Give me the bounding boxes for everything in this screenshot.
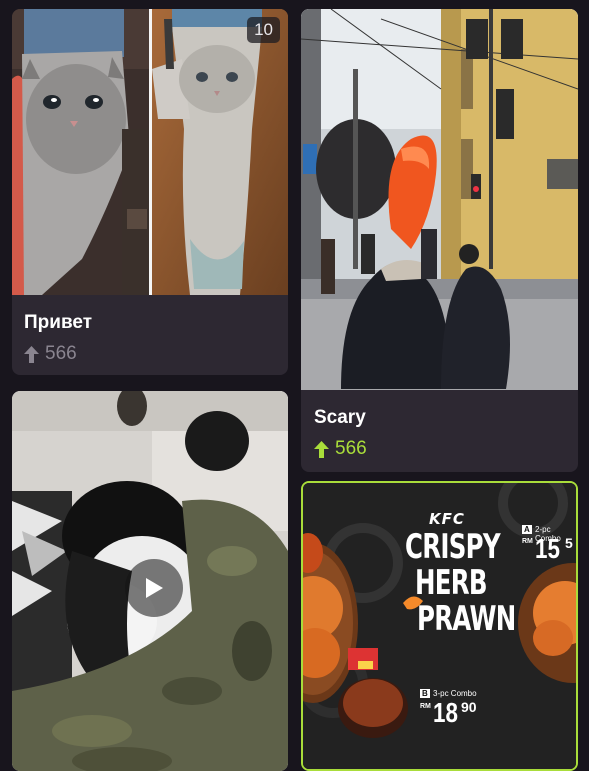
combo-b-currency: RM — [420, 703, 431, 710]
combo-a-tag: A — [522, 525, 532, 534]
post-image-kfc-ad[interactable]: KFC CRISPY HERB PRAWN A 2-pc Combo RM 15… — [303, 483, 576, 769]
post-score[interactable]: 566 — [24, 343, 77, 365]
post-card-kfc[interactable]: KFC CRISPY HERB PRAWN A 2-pc Combo RM 15… — [301, 481, 578, 771]
post-score[interactable]: 566 — [314, 438, 367, 460]
play-button[interactable] — [125, 559, 183, 617]
combo-b-cents: 90 — [461, 699, 477, 715]
upvote-arrow-icon[interactable] — [24, 345, 39, 363]
combo-b-tag: B — [420, 689, 430, 698]
post-image-street[interactable] — [301, 9, 578, 390]
post-title[interactable]: Привет — [24, 312, 92, 334]
post-title[interactable]: Scary — [314, 407, 366, 429]
combo-b-price: 18 — [433, 697, 458, 728]
image-count-badge: 10 — [247, 17, 280, 43]
combo-a-cents: 5 — [565, 535, 573, 551]
score-value: 566 — [335, 438, 367, 459]
ad-headline-line1: CRISPY — [405, 527, 501, 567]
combo-a-currency: RM — [522, 538, 533, 545]
ad-headline-line2: HERB — [415, 563, 488, 603]
post-image-cat-socks[interactable] — [12, 9, 288, 295]
ad-headline-line3: PRAWN — [417, 599, 516, 639]
post-card-privet[interactable]: 10 Привет 566 — [12, 9, 288, 375]
post-card-video[interactable] — [12, 391, 288, 771]
score-value: 566 — [45, 343, 77, 364]
combo-a-price: 15 — [535, 533, 560, 564]
ad-brand-logo: KFC — [429, 510, 465, 528]
post-card-scary[interactable]: Scary 566 — [301, 9, 578, 472]
upvote-arrow-icon[interactable] — [314, 440, 329, 458]
play-icon — [146, 578, 163, 598]
